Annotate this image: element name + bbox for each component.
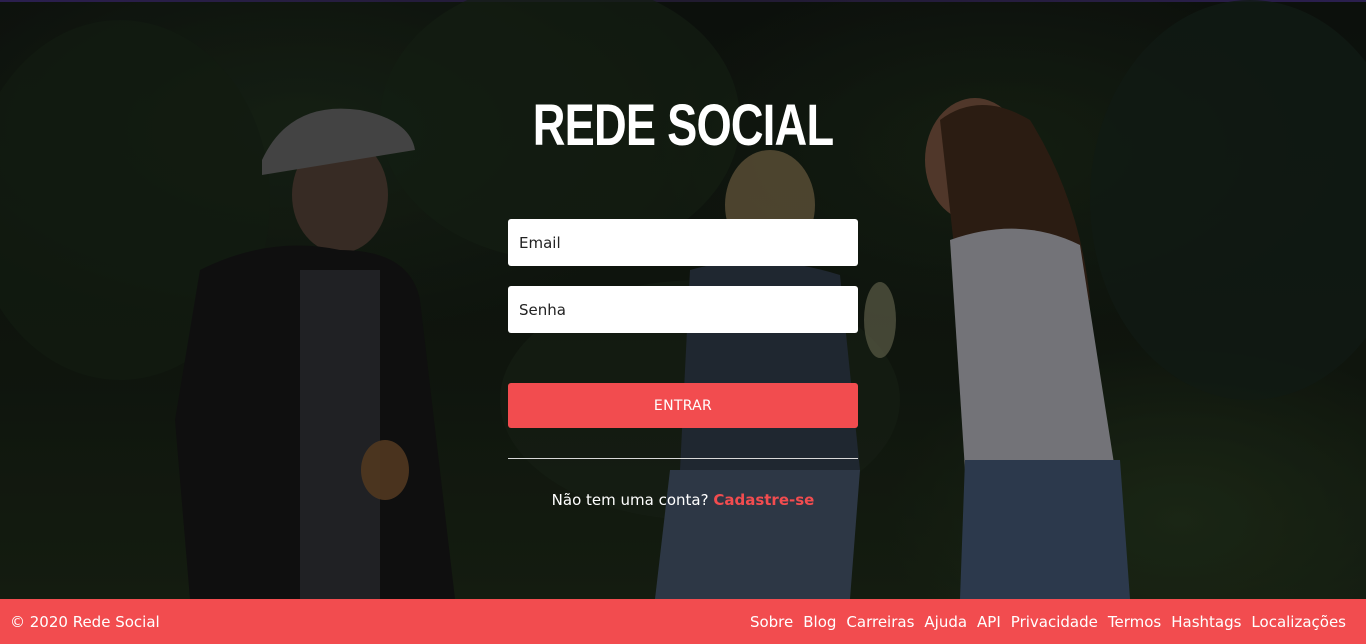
footer-link-hashtags[interactable]: Hashtags bbox=[1171, 613, 1241, 631]
footer-link-localizacoes[interactable]: Localizações bbox=[1251, 613, 1346, 631]
footer: © 2020 Rede Social Sobre Blog Carreiras … bbox=[0, 599, 1366, 644]
signup-prompt: Não tem uma conta? Cadastre-se bbox=[0, 491, 1366, 509]
footer-link-ajuda[interactable]: Ajuda bbox=[924, 613, 967, 631]
email-input[interactable] bbox=[508, 219, 858, 266]
footer-link-api[interactable]: API bbox=[977, 613, 1001, 631]
footer-link-termos[interactable]: Termos bbox=[1108, 613, 1161, 631]
password-input[interactable] bbox=[508, 286, 858, 333]
footer-link-privacidade[interactable]: Privacidade bbox=[1011, 613, 1098, 631]
signup-prompt-text: Não tem uma conta? bbox=[551, 491, 709, 509]
login-button[interactable]: ENTRAR bbox=[508, 383, 858, 428]
brand-title: REDE SOCIAL bbox=[532, 93, 834, 158]
divider bbox=[508, 458, 858, 459]
footer-nav: Sobre Blog Carreiras Ajuda API Privacida… bbox=[750, 613, 1346, 631]
footer-link-sobre[interactable]: Sobre bbox=[750, 613, 793, 631]
footer-link-blog[interactable]: Blog bbox=[803, 613, 836, 631]
footer-link-carreiras[interactable]: Carreiras bbox=[846, 613, 914, 631]
signup-link[interactable]: Cadastre-se bbox=[713, 491, 814, 509]
footer-copyright: © 2020 Rede Social bbox=[10, 612, 160, 631]
